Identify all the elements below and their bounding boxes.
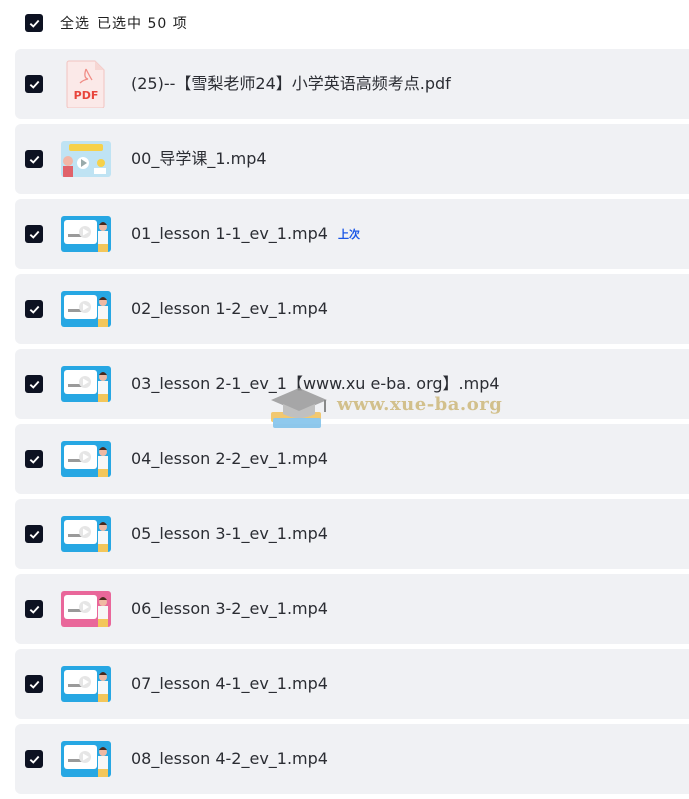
file-name-text: 00_导学课_1.mp4 <box>131 149 267 168</box>
file-checkbox[interactable] <box>25 375 43 393</box>
video-thumbnail <box>61 291 111 327</box>
file-row[interactable]: 01_lesson 1-1_ev_1.mp4 上次 <box>15 199 689 269</box>
check-icon <box>29 530 39 539</box>
file-name-text: 01_lesson 1-1_ev_1.mp4 <box>131 224 328 243</box>
file-name-text: 08_lesson 4-2_ev_1.mp4 <box>131 749 328 768</box>
file-name[interactable]: 02_lesson 1-2_ev_1.mp4 <box>131 274 328 344</box>
file-checkbox[interactable] <box>25 600 43 618</box>
select-all-bar: 全选 已选中 50 项 <box>25 13 188 33</box>
select-all-label[interactable]: 全选 <box>60 13 90 33</box>
file-name-text: (25)--【雪梨老师24】小学英语高频考点.pdf <box>131 74 451 93</box>
file-name[interactable]: 00_导学课_1.mp4 <box>131 124 267 194</box>
video-thumbnail <box>61 591 111 627</box>
file-row[interactable]: 07_lesson 4-1_ev_1.mp4 <box>15 649 689 719</box>
video-thumbnail <box>61 666 111 702</box>
file-row[interactable]: 00_导学课_1.mp4 <box>15 124 689 194</box>
file-checkbox[interactable] <box>25 75 43 93</box>
last-watched-badge: 上次 <box>337 228 360 241</box>
file-row[interactable]: 08_lesson 4-2_ev_1.mp4 <box>15 724 689 794</box>
file-name-text: 06_lesson 3-2_ev_1.mp4 <box>131 599 328 618</box>
file-name[interactable]: 05_lesson 3-1_ev_1.mp4 <box>131 499 328 569</box>
check-icon <box>29 380 39 389</box>
file-name[interactable]: 03_lesson 2-1_ev_1【www.xu e-ba. org】.mp4 <box>131 349 500 419</box>
video-thumbnail <box>61 216 111 252</box>
svg-text:PDF: PDF <box>74 89 99 102</box>
video-thumbnail <box>61 141 111 177</box>
file-name-text: 05_lesson 3-1_ev_1.mp4 <box>131 524 328 543</box>
file-checkbox[interactable] <box>25 525 43 543</box>
file-row[interactable]: 04_lesson 2-2_ev_1.mp4 <box>15 424 689 494</box>
file-name-text: 03_lesson 2-1_ev_1【www.xu e-ba. org】.mp4 <box>131 374 500 393</box>
selected-count-text: 已选中 50 项 <box>97 16 188 32</box>
file-checkbox[interactable] <box>25 450 43 468</box>
video-thumbnail <box>61 741 111 777</box>
file-row[interactable]: 06_lesson 3-2_ev_1.mp4 <box>15 574 689 644</box>
check-icon <box>29 755 39 764</box>
file-name[interactable]: 04_lesson 2-2_ev_1.mp4 <box>131 424 328 494</box>
file-name[interactable]: 08_lesson 4-2_ev_1.mp4 <box>131 724 328 794</box>
check-icon <box>29 230 39 239</box>
check-icon <box>29 305 39 314</box>
file-row[interactable]: 02_lesson 1-2_ev_1.mp4 <box>15 274 689 344</box>
file-row[interactable]: PDF (25)--【雪梨老师24】小学英语高频考点.pdf <box>15 49 689 119</box>
file-checkbox[interactable] <box>25 675 43 693</box>
file-name[interactable]: (25)--【雪梨老师24】小学英语高频考点.pdf <box>131 49 451 119</box>
check-icon <box>29 605 39 614</box>
file-name[interactable]: 06_lesson 3-2_ev_1.mp4 <box>131 574 328 644</box>
check-icon <box>29 80 39 89</box>
file-checkbox[interactable] <box>25 300 43 318</box>
video-thumbnail <box>61 441 111 477</box>
file-name-text: 07_lesson 4-1_ev_1.mp4 <box>131 674 328 693</box>
file-checkbox[interactable] <box>25 150 43 168</box>
check-icon <box>29 19 39 28</box>
check-icon <box>29 155 39 164</box>
video-thumbnail <box>61 516 111 552</box>
check-icon <box>29 455 39 464</box>
file-name[interactable]: 07_lesson 4-1_ev_1.mp4 <box>131 649 328 719</box>
select-all-checkbox[interactable] <box>25 14 43 32</box>
file-row[interactable]: 05_lesson 3-1_ev_1.mp4 <box>15 499 689 569</box>
file-list: PDF (25)--【雪梨老师24】小学英语高频考点.pdf 00_导学课_1.mp… <box>15 49 689 799</box>
file-checkbox[interactable] <box>25 750 43 768</box>
video-thumbnail <box>61 366 111 402</box>
check-icon <box>29 680 39 689</box>
pdf-file-icon: PDF <box>66 60 106 109</box>
file-name-text: 02_lesson 1-2_ev_1.mp4 <box>131 299 328 318</box>
file-checkbox[interactable] <box>25 225 43 243</box>
file-name[interactable]: 01_lesson 1-1_ev_1.mp4 上次 <box>131 199 360 269</box>
file-name-text: 04_lesson 2-2_ev_1.mp4 <box>131 449 328 468</box>
file-row[interactable]: 03_lesson 2-1_ev_1【www.xu e-ba. org】.mp4 <box>15 349 689 419</box>
